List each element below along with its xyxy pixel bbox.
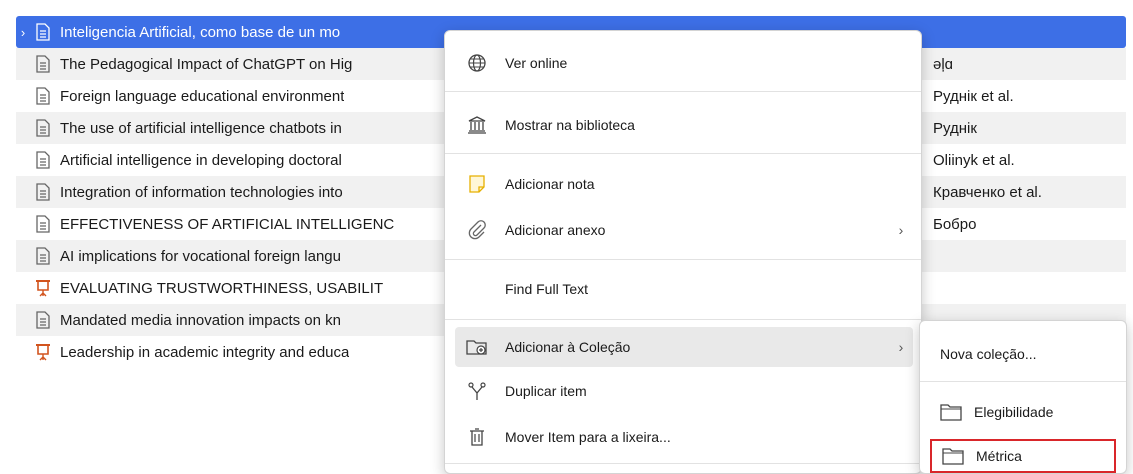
folder-add-icon xyxy=(465,335,489,359)
menu-item-label: Duplicar item xyxy=(505,383,587,399)
menu-item-label: Adicionar anexo xyxy=(505,222,606,238)
submenu-item-label: Elegibilidade xyxy=(974,404,1054,420)
item-title: The Pedagogical Impact of ChatGPT on Hig xyxy=(60,55,353,73)
item-creator: Кравченко et al. xyxy=(933,183,1042,201)
item-title: Integration of information technologies … xyxy=(60,183,343,201)
chevron-right-icon: › xyxy=(898,222,904,238)
collection-submenu: Nova coleção... Elegibilidade Métrica xyxy=(919,320,1127,474)
document-icon xyxy=(34,246,52,266)
item-title: The use of artificial intelligence chatb… xyxy=(60,119,342,137)
context-menu: Ver online Mostrar na biblioteca Adicion… xyxy=(444,30,922,474)
menu-item-find-full-text[interactable]: Find Full Text xyxy=(455,269,913,309)
expand-chevron-icon[interactable]: › xyxy=(16,25,30,40)
chevron-right-icon: › xyxy=(898,339,904,355)
menu-separator xyxy=(445,259,921,260)
document-icon xyxy=(34,182,52,202)
globe-icon xyxy=(465,51,489,75)
note-icon xyxy=(465,172,489,196)
menu-separator xyxy=(445,463,921,464)
submenu-item-collection[interactable]: Elegibilidade xyxy=(930,395,1116,429)
document-icon xyxy=(34,150,52,170)
trash-icon xyxy=(465,425,489,449)
item-title: EVALUATING TRUSTWORTHINESS, USABILIT xyxy=(60,279,384,297)
submenu-item-new-collection[interactable]: Nova coleção... xyxy=(930,337,1116,371)
item-title: Inteligencia Artificial, como base de un… xyxy=(60,23,341,41)
folder-icon xyxy=(942,446,964,466)
menu-item-label: Find Full Text xyxy=(505,281,588,297)
presentation-icon xyxy=(34,278,52,298)
duplicate-icon xyxy=(465,379,489,403)
submenu-item-label: Nova coleção... xyxy=(940,346,1037,362)
menu-item-label: Mostrar na biblioteca xyxy=(505,117,635,133)
menu-item-duplicate-item[interactable]: Duplicar item xyxy=(455,371,913,411)
menu-item-show-in-library[interactable]: Mostrar na biblioteca xyxy=(455,105,913,145)
presentation-icon xyxy=(34,342,52,362)
menu-item-label: Ver online xyxy=(505,55,568,71)
menu-separator xyxy=(445,91,921,92)
item-creator: Oliinyk et al. xyxy=(933,151,1015,169)
document-icon xyxy=(34,310,52,330)
item-title: Leadership in academic integrity and edu… xyxy=(60,343,350,361)
menu-separator xyxy=(445,319,921,320)
menu-item-label: Mover Item para a lixeira... xyxy=(505,429,671,445)
item-title: Foreign language educational environment xyxy=(60,87,345,105)
menu-separator xyxy=(920,381,1126,382)
menu-item-view-online[interactable]: Ver online xyxy=(455,43,913,83)
submenu-item-collection-highlighted[interactable]: Métrica xyxy=(930,439,1116,473)
item-title: Mandated media innovation impacts on kn xyxy=(60,311,342,329)
menu-separator xyxy=(445,153,921,154)
menu-item-move-to-trash[interactable]: Mover Item para a lixeira... xyxy=(455,417,913,457)
document-icon xyxy=(34,86,52,106)
document-icon xyxy=(34,214,52,234)
item-creator: Руднік xyxy=(933,119,977,137)
menu-item-label: Adicionar à Coleção xyxy=(505,339,631,355)
menu-item-add-attachment[interactable]: Adicionar anexo › xyxy=(455,210,913,250)
menu-item-add-to-collection[interactable]: Adicionar à Coleção › xyxy=(455,327,913,367)
paperclip-icon xyxy=(465,218,489,242)
item-creator: Руднік et al. xyxy=(933,87,1014,105)
library-icon xyxy=(465,113,489,137)
item-title: Artificial intelligence in developing do… xyxy=(60,151,342,169)
document-icon xyxy=(34,118,52,138)
item-creator: Бобро xyxy=(933,215,977,233)
item-creator: ǝļɑ xyxy=(933,55,954,73)
folder-icon xyxy=(940,402,962,422)
menu-item-add-note[interactable]: Adicionar nota xyxy=(455,164,913,204)
item-title: EFFECTIVENESS OF ARTIFICIAL INTELLIGENC xyxy=(60,215,395,233)
submenu-item-label: Métrica xyxy=(976,448,1022,464)
menu-item-label: Adicionar nota xyxy=(505,176,595,192)
document-icon xyxy=(34,22,52,42)
item-title: AI implications for vocational foreign l… xyxy=(60,247,341,265)
document-icon xyxy=(34,54,52,74)
